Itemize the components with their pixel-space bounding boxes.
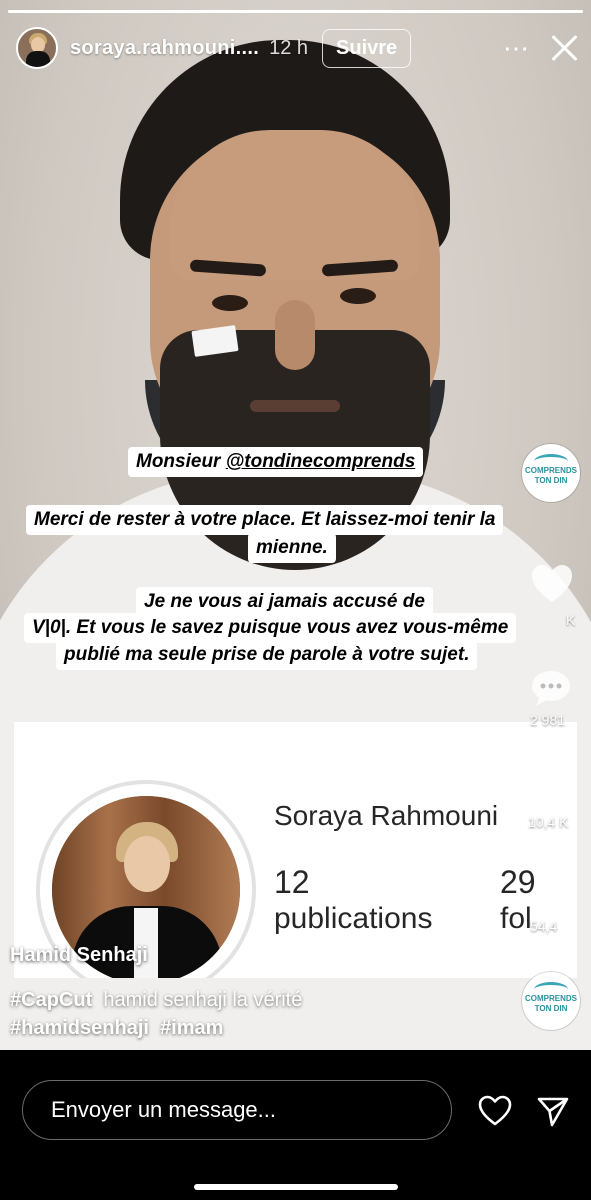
share-count: 54,4 <box>530 918 558 934</box>
left-eye <box>212 295 248 311</box>
story-progress-fill <box>8 10 583 13</box>
more-options-icon[interactable]: ⋯ <box>503 35 531 61</box>
hashtag-caption: hamid senhaji la vérité <box>103 989 303 1011</box>
caption-mention[interactable]: @tondinecomprends <box>226 451 416 472</box>
caption-prefix: Monsieur <box>136 451 226 472</box>
caption-line-6: publié ma seule prise de parole à votre … <box>56 640 478 670</box>
send-icon[interactable] <box>536 1094 570 1128</box>
caption-line-2: Merci de rester à votre place. Et laisse… <box>26 505 504 535</box>
profile-topbar <box>14 722 577 742</box>
comment-icon <box>532 671 570 706</box>
message-input[interactable]: Envoyer un message... <box>22 1080 452 1140</box>
posts-count: 12 <box>274 864 310 900</box>
story-progress-bar <box>8 10 583 13</box>
hashtags: #CapCut hamid senhaji la vérité #hamidse… <box>10 986 302 1042</box>
logo-line2-bottom: TON DIN <box>534 1004 568 1013</box>
right-eye <box>340 288 376 304</box>
logo-line1-bottom: COMPRENDS <box>524 994 577 1003</box>
mouth <box>250 400 340 412</box>
caption-line-5: V|0|. Et vous le savez puisque vous avez… <box>24 613 517 643</box>
follow-button[interactable]: Suivre <box>322 28 412 68</box>
hashtag-capcut[interactable]: #CapCut <box>10 989 92 1011</box>
comment-count: 2 981 <box>530 712 566 728</box>
nose <box>275 300 315 370</box>
hashtag-hamidsenhaji[interactable]: #hamidsenhaji <box>10 1017 149 1039</box>
caption-line-3: mienne. <box>248 533 336 563</box>
avatar[interactable] <box>16 27 58 69</box>
story-time: 12 h <box>269 36 309 59</box>
reply-bar: Envoyer un message... <box>0 1050 591 1200</box>
forehead <box>170 130 420 280</box>
save-count: 10,4 K <box>528 814 569 830</box>
close-icon[interactable] <box>549 33 579 63</box>
home-indicator <box>194 1184 398 1190</box>
bookmark-icon <box>537 768 565 806</box>
logo-line2: TON DIN <box>534 476 568 485</box>
logo-line1: COMPRENDS <box>524 466 577 475</box>
embedded-profile-screenshot: Soraya Rahmouni 12 publications 29 fol <box>14 722 577 978</box>
channel-logo-bottom[interactable]: COMPRENDS TON DIN <box>522 972 580 1030</box>
creator-label: Hamid Senhaji <box>10 944 148 966</box>
caption-line-1: Monsieur @tondinecomprends <box>128 447 424 477</box>
hashtag-imam[interactable]: #imam <box>160 1017 223 1039</box>
share-icon <box>532 878 572 910</box>
like-heart-icon[interactable] <box>478 1094 512 1128</box>
posts-label: publications <box>274 902 433 935</box>
profile-name: Soraya Rahmouni <box>274 800 499 831</box>
followers-label: fol <box>500 902 532 935</box>
channel-logo-top[interactable]: COMPRENDS TON DIN <box>522 444 580 502</box>
story-viewer[interactable]: soraya.rahmouni.... 12 h Suivre ⋯ Monsie… <box>0 0 591 1050</box>
heart-icon <box>532 565 572 602</box>
like-count: K <box>566 612 576 628</box>
story-header: soraya.rahmouni.... 12 h Suivre ⋯ <box>16 24 579 72</box>
story-username[interactable]: soraya.rahmouni.... <box>70 37 259 60</box>
